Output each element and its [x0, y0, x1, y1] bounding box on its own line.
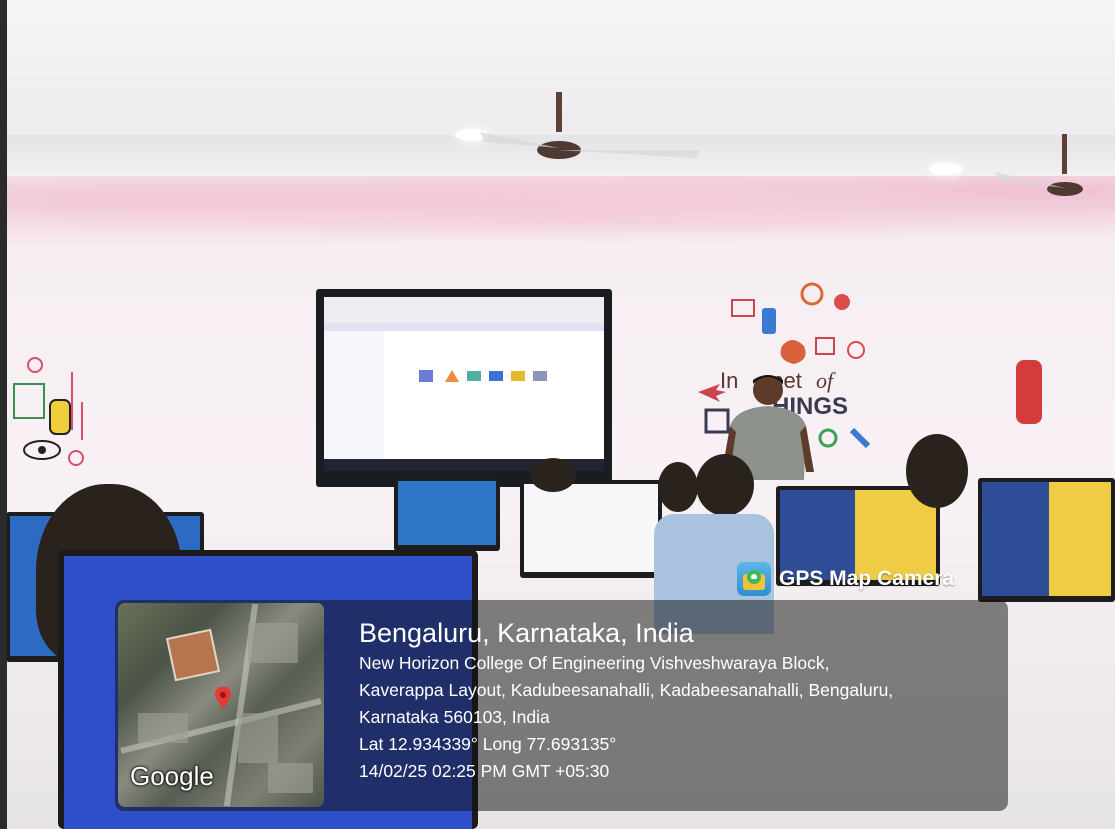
photo-border: [0, 0, 7, 829]
desk-monitor: [394, 477, 500, 551]
student: [530, 458, 576, 492]
ceiling-fan-icon: [995, 134, 1083, 196]
address-line: Karnataka 560103, India: [359, 707, 550, 727]
student: [658, 462, 698, 512]
gps-map-camera-icon: [737, 562, 771, 596]
geotag-info: Bengaluru, Karnataka, India New Horizon …: [359, 616, 893, 785]
coordinates: Lat 12.934339° Long 77.693135°: [359, 734, 617, 754]
fire-extinguisher: [1016, 360, 1042, 424]
ceiling-fan-icon: [480, 92, 700, 159]
sports-field: [165, 628, 221, 682]
geotag-card: Google Bengaluru, Karnataka, India New H…: [115, 600, 1008, 811]
timestamp: 14/02/25 02:25 PM GMT +05:30: [359, 761, 610, 781]
student: [696, 454, 754, 516]
address-line: New Horizon College Of Engineering Vishv…: [359, 653, 830, 673]
location-pin-icon: [215, 687, 231, 709]
gps-map-camera-badge: GPS Map Camera: [737, 560, 954, 598]
wall-doodle-icons: [13, 357, 84, 466]
desk-monitor: [978, 478, 1115, 602]
address-line: Kaverappa Layout, Kadubeesanahalli, Kada…: [359, 680, 894, 700]
desk-monitor: [520, 480, 662, 578]
workflow-diagram: [419, 370, 547, 382]
svg-text:of: of: [816, 368, 836, 393]
wall-paint-drips: [0, 176, 1115, 256]
ceiling-light: [929, 163, 963, 175]
google-logo: Google: [130, 761, 214, 791]
location-title: Bengaluru, Karnataka, India: [359, 618, 694, 648]
satellite-map-thumbnail: Google: [118, 603, 324, 807]
gps-map-camera-title: GPS Map Camera: [779, 567, 955, 590]
smart-board-screen: [324, 297, 604, 471]
photo-scene: In rnet of HINGS: [0, 0, 1115, 829]
smart-board: [316, 289, 612, 487]
student: [906, 434, 968, 508]
